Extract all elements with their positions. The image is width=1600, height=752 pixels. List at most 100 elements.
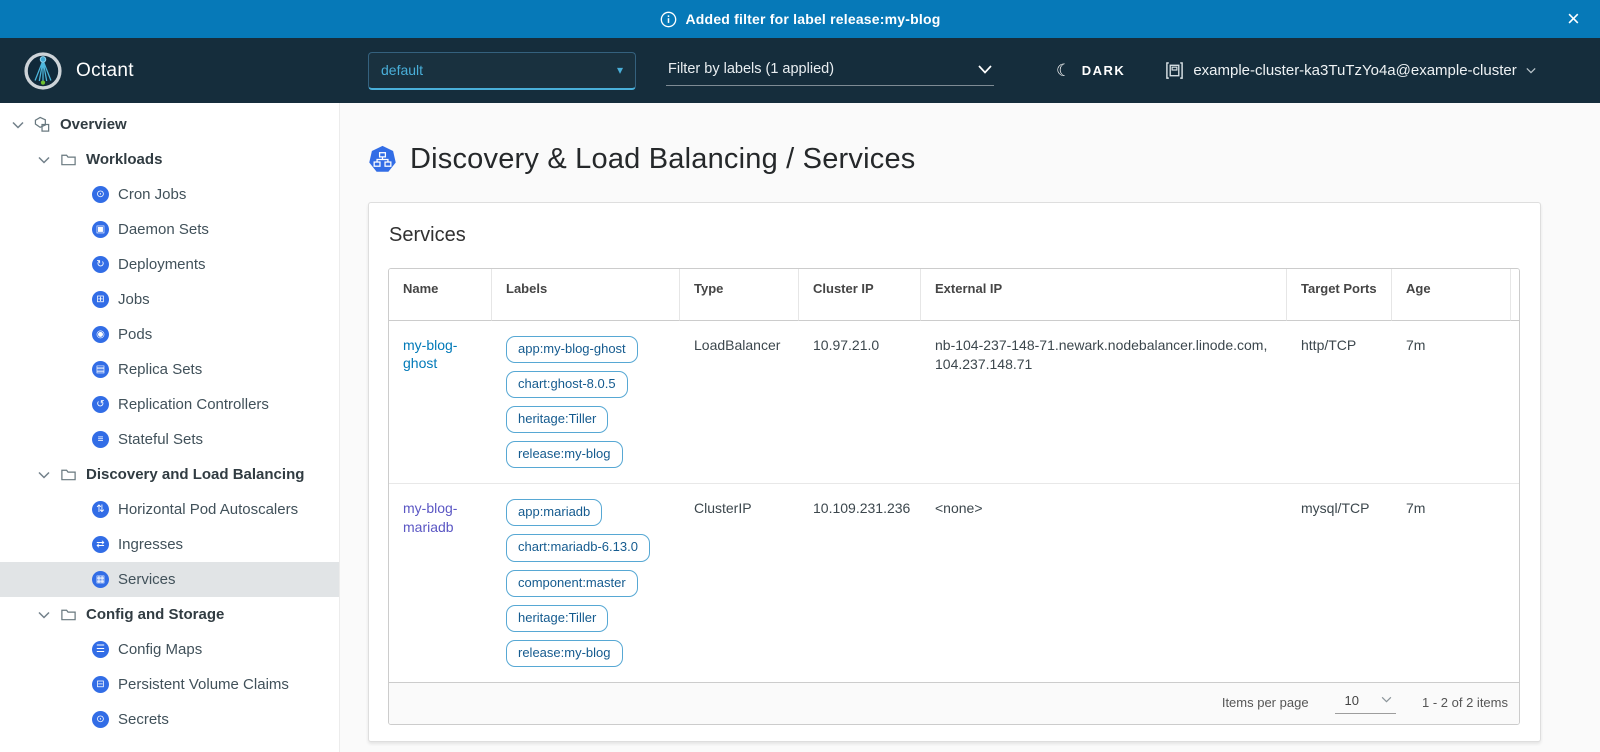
main-content: Discovery & Load Balancing / Services Se…: [340, 103, 1600, 752]
external-ip-cell: <none>: [921, 483, 1287, 682]
service-name-link[interactable]: my-blog-mariadb: [403, 499, 478, 537]
services-card: Services NameLabelsTypeCluster IPExterna…: [368, 202, 1541, 742]
chevron-down-icon[interactable]: [37, 608, 51, 622]
info-banner: Added filter for label release:my-blog ×: [0, 0, 1600, 38]
chevron-down-icon: [1526, 67, 1536, 74]
brand: Octant: [0, 52, 340, 90]
sidebar-item-label: Overview: [60, 116, 127, 133]
sidebar-item-daemon-sets[interactable]: ▣ Daemon Sets: [0, 212, 339, 247]
sidebar-item-replication-controllers[interactable]: ↺Replication Controllers: [0, 387, 339, 422]
column-header-age: Age: [1392, 269, 1511, 321]
sidebar-item-label: Ingresses: [118, 536, 183, 553]
sidebar-item-services[interactable]: ▦ Services: [0, 562, 339, 597]
banner-message: Added filter for label release:my-blog: [686, 11, 941, 27]
cluster-ip-cell: 10.109.231.236: [799, 483, 921, 682]
sidebar-item-persistent-volume-claims[interactable]: ⊟Persistent Volume Claims: [0, 667, 339, 702]
column-header-target-ports: Target Ports: [1287, 269, 1392, 321]
chevron-down-icon: [1381, 694, 1392, 708]
service-name-link[interactable]: my-blog-ghost: [403, 336, 478, 374]
sidebar-item-pods[interactable]: ◉Pods: [0, 317, 339, 352]
target-ports-cell: http/TCP: [1287, 321, 1392, 484]
table-row: my-blog-mariadb app:mariadb chart:mariadb-…: [389, 483, 1520, 682]
sidebar-item-label: Secrets: [118, 711, 169, 728]
stub-cell: [1511, 321, 1520, 484]
config-maps-icon: ☰: [92, 641, 109, 658]
close-icon[interactable]: ×: [1561, 0, 1586, 38]
theme-toggle[interactable]: ☾ DARK: [1056, 61, 1125, 81]
sidebar-item-deployments[interactable]: ↻Deployments: [0, 247, 339, 282]
persistent-volume-claims-icon: ⊟: [92, 676, 109, 693]
sidebar-item-ingresses[interactable]: ⇄Ingresses: [0, 527, 339, 562]
age-cell: 7m: [1392, 321, 1511, 484]
service-heptagon-icon: [368, 145, 397, 174]
sidebar-item-replica-sets[interactable]: ▤Replica Sets: [0, 352, 339, 387]
label-chip[interactable]: release:my-blog: [506, 441, 623, 468]
label-filter-select[interactable]: Filter by labels (1 applied): [666, 55, 994, 86]
label-chip[interactable]: chart:mariadb-6.13.0: [506, 534, 650, 561]
sidebar-item-label: Services: [118, 571, 176, 588]
column-header-labels: Labels: [492, 269, 680, 321]
sidebar-item-label: Horizontal Pod Autoscalers: [118, 501, 298, 518]
app-header: Octant default ▾ Filter by labels (1 app…: [0, 38, 1600, 103]
sidebar-item-cron-jobs[interactable]: ⊙Cron Jobs: [0, 177, 339, 212]
app-name: Octant: [76, 60, 134, 82]
chevron-down-icon[interactable]: [37, 468, 51, 482]
namespace-value: default: [381, 62, 423, 78]
column-header-type: Type: [680, 269, 799, 321]
label-chip[interactable]: release:my-blog: [506, 640, 623, 667]
name-cell: my-blog-mariadb: [389, 483, 492, 682]
theme-toggle-label: DARK: [1082, 63, 1126, 78]
cluster-icon: [1165, 61, 1184, 80]
sidebar-item-stateful-sets[interactable]: ≡Stateful Sets: [0, 422, 339, 457]
sidebar-item-jobs[interactable]: ⊞ Jobs: [0, 282, 339, 317]
services-icon: ▦: [92, 571, 109, 588]
chevron-down-icon[interactable]: [11, 118, 25, 132]
overview-icon: [34, 116, 51, 133]
label-chip[interactable]: chart:ghost-8.0.5: [506, 371, 628, 398]
namespace-select[interactable]: default ▾: [368, 52, 636, 90]
octant-logo: [24, 52, 62, 90]
sidebar-item-label: Daemon Sets: [118, 221, 209, 238]
label-chip[interactable]: heritage:Tiller: [506, 605, 608, 632]
services-table: NameLabelsTypeCluster IPExternal IPTarge…: [388, 268, 1520, 725]
items-per-page-value: 10: [1345, 692, 1359, 710]
page-title-text: Discovery & Load Balancing / Services: [410, 143, 915, 176]
external-ip-cell: nb-104-237-148-71.newark.nodebalancer.li…: [921, 321, 1287, 484]
label-chip[interactable]: app:mariadb: [506, 499, 602, 526]
sidebar-item-overview[interactable]: Overview: [0, 107, 339, 142]
sidebar-item-config-and-storage[interactable]: Config and Storage: [0, 597, 339, 632]
card-title: Services: [389, 224, 1520, 247]
context-label: example-cluster-ka3TuTzYo4a@example-clus…: [1193, 62, 1516, 79]
label-chip[interactable]: heritage:Tiller: [506, 406, 608, 433]
sidebar-item-label: Jobs: [118, 291, 150, 308]
items-per-page-label: Items per page: [1222, 694, 1309, 712]
moon-icon: ☾: [1056, 61, 1073, 81]
label-chip[interactable]: component:master: [506, 570, 638, 597]
jobs-icon: ⊞: [92, 291, 109, 308]
secrets-icon: ⊙: [92, 711, 109, 728]
label-chip[interactable]: app:my-blog-ghost: [506, 336, 638, 363]
table-row: my-blog-ghost app:my-blog-ghost chart:ghos…: [389, 321, 1520, 484]
target-ports-cell: mysql/TCP: [1287, 483, 1392, 682]
sidebar-item-label: Deployments: [118, 256, 206, 273]
name-cell: my-blog-ghost: [389, 321, 492, 484]
sidebar-item-discovery-and-load-balancing[interactable]: Discovery and Load Balancing: [0, 457, 339, 492]
stateful-sets-icon: ≡: [92, 431, 109, 448]
context-selector[interactable]: example-cluster-ka3TuTzYo4a@example-clus…: [1165, 61, 1535, 80]
sidebar-item-workloads[interactable]: Workloads: [0, 142, 339, 177]
chevron-down-icon[interactable]: [37, 153, 51, 167]
pods-icon: ◉: [92, 326, 109, 343]
cluster-ip-cell: 10.97.21.0: [799, 321, 921, 484]
sidebar: Overview Workloads⊙Cron Jobs ▣ Daemon Sets ↻…: [0, 103, 340, 752]
replication-controllers-icon: ↺: [92, 396, 109, 413]
sidebar-item-label: Discovery and Load Balancing: [86, 466, 304, 483]
folder-icon: [60, 606, 77, 623]
folder-icon: [60, 151, 77, 168]
stub-cell: [1511, 483, 1520, 682]
sidebar-item-secrets[interactable]: ⊙ Secrets: [0, 702, 339, 737]
daemon-sets-icon: ▣: [92, 221, 109, 238]
items-per-page-select[interactable]: 10: [1335, 692, 1396, 714]
sidebar-item-config-maps[interactable]: ☰Config Maps: [0, 632, 339, 667]
sidebar-item-horizontal-pod-autoscalers[interactable]: ⇅Horizontal Pod Autoscalers: [0, 492, 339, 527]
pagination-range: 1 - 2 of 2 items: [1422, 694, 1508, 712]
